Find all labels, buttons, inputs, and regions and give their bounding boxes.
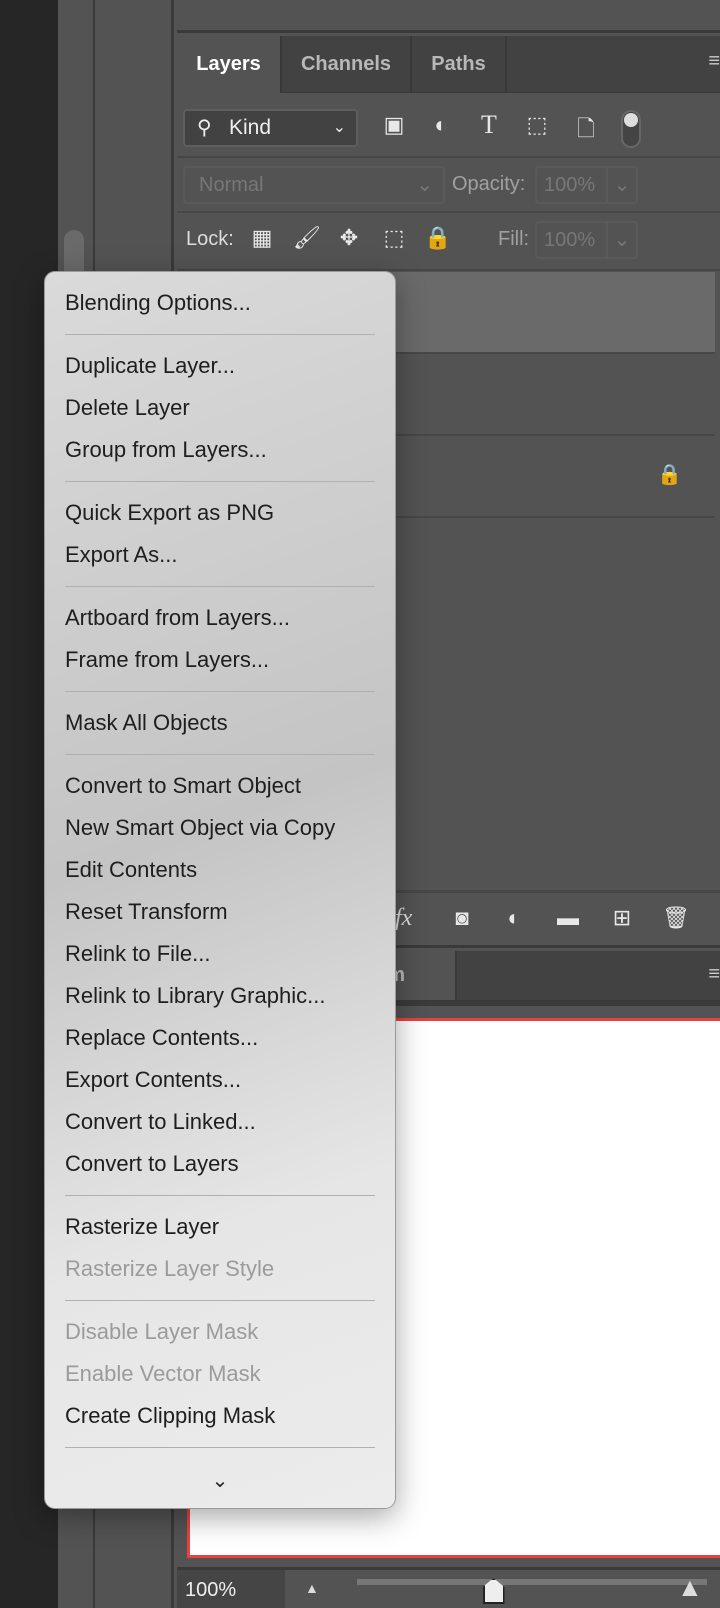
top-panel [177, 0, 720, 33]
menu-item-new-smart-object-via-copy[interactable]: New Smart Object via Copy [45, 807, 395, 849]
panel-menu-icon[interactable]: ≡ [708, 963, 720, 986]
smart-object-filter-icon[interactable]: 🗋 [571, 112, 601, 150]
navigator-bar: 100% ▲ ▲ [177, 1567, 720, 1608]
menu-separator [65, 334, 375, 335]
blend-mode-select[interactable]: Normal ⌄ [183, 166, 445, 204]
opacity-value: 100% [544, 174, 596, 196]
lock-label: Lock: [186, 228, 234, 250]
menu-separator [65, 691, 375, 692]
menu-item-disable-layer-mask: Disable Layer Mask [65, 1319, 259, 1344]
menu-item-delete-layer[interactable]: Delete Layer [45, 387, 395, 429]
menu-separator [65, 481, 375, 482]
lock-all-icon[interactable]: 🔒 [423, 225, 453, 251]
menu-item-enable-vector-mask: Enable Vector Mask [65, 1361, 261, 1386]
tab-paths[interactable]: Paths [412, 36, 507, 93]
menu-separator [65, 1195, 375, 1196]
opacity-label: Opacity: [452, 173, 526, 195]
menu-item-replace-contents[interactable]: Replace Contents... [45, 1017, 395, 1059]
adjustment-layer-icon[interactable]: ◐ [499, 905, 529, 931]
menu-item-relink-to-file[interactable]: Relink to File... [45, 933, 395, 975]
trash-icon[interactable]: 🗑 [661, 905, 691, 931]
image-filter-icon[interactable]: ▣ [379, 112, 409, 138]
panel-menu-icon[interactable]: ≡ [708, 50, 720, 73]
menu-item-relink-to-library-graphic[interactable]: Relink to Library Graphic... [45, 975, 395, 1017]
menu-item-frame-from-layers[interactable]: Frame from Layers... [45, 639, 395, 681]
shape-filter-icon[interactable]: ⬚ [522, 112, 552, 138]
menu-item-convert-to-layers[interactable]: Convert to Layers [45, 1143, 395, 1185]
add-mask-icon[interactable]: ◙ [447, 905, 477, 931]
lock-artboard-icon[interactable]: ⬚ [379, 225, 409, 251]
type-filter-icon[interactable]: T [474, 110, 504, 140]
menu-item-edit-contents[interactable]: Edit Contents [45, 849, 395, 891]
menu-item-blending-options[interactable]: Blending Options... [45, 282, 395, 324]
lock-icon: 🔒 [657, 464, 682, 486]
fill-label: Fill: [498, 228, 530, 250]
zoom-in-mountain-icon[interactable]: ▲ [677, 1572, 703, 1603]
filter-toggle[interactable] [621, 110, 641, 148]
adjustment-filter-icon[interactable]: ◐ [426, 112, 456, 138]
folder-icon[interactable]: ▬ [553, 905, 583, 931]
zoom-slider[interactable] [357, 1579, 707, 1585]
kind-filter-select[interactable]: ⚲ Kind ⌄ [183, 109, 358, 147]
menu-item-quick-export-as-png[interactable]: Quick Export as PNG [45, 492, 395, 534]
fill-value: 100% [544, 229, 596, 251]
menu-item-convert-to-linked[interactable]: Convert to Linked... [45, 1101, 395, 1143]
opacity-field[interactable]: 100% ⌄ [535, 166, 638, 204]
lock-position-move-icon[interactable]: ✥ [334, 225, 364, 251]
menu-item-group-from-layers[interactable]: Group from Layers... [45, 429, 395, 471]
menu-item-reset-transform[interactable]: Reset Transform [45, 891, 395, 933]
menu-item-create-clipping-mask[interactable]: Create Clipping Mask [45, 1395, 395, 1437]
kind-label: Kind [229, 116, 272, 139]
chevron-down-icon: ⌄ [332, 119, 346, 136]
menu-item-rasterize-layer-style: Rasterize Layer Style [65, 1256, 275, 1281]
lock-transparency-icon[interactable]: ▦ [247, 225, 277, 251]
menu-item-export-contents[interactable]: Export Contents... [45, 1059, 395, 1101]
menu-separator [65, 1447, 375, 1448]
layers-panel-tabs: Layers Channels Paths ≡ [177, 36, 720, 93]
new-layer-icon[interactable]: ⊞ [607, 905, 637, 931]
menu-separator [65, 586, 375, 587]
fx-icon[interactable]: fx [395, 905, 412, 932]
menu-item-export-as[interactable]: Export As... [45, 534, 395, 576]
menu-separator [65, 754, 375, 755]
layer-context-menu: Blending Options... Duplicate Layer... Del… [44, 271, 396, 1509]
chevron-down-icon[interactable]: ⌄ [606, 168, 636, 202]
menu-separator [65, 1300, 375, 1301]
menu-item-mask-all-objects[interactable]: Mask All Objects [45, 702, 395, 744]
menu-item-rasterize-layer[interactable]: Rasterize Layer [45, 1206, 395, 1248]
blend-mode-value: Normal [199, 174, 264, 196]
menu-scroll-down-chevron-icon[interactable]: ⌄ [45, 1458, 395, 1504]
fill-field[interactable]: 100% ⌄ [535, 221, 638, 259]
zoom-out-mountain-icon[interactable]: ▲ [305, 1580, 319, 1596]
tab-layers[interactable]: Layers [177, 36, 282, 93]
chevron-down-icon[interactable]: ⌄ [606, 223, 636, 257]
menu-item-convert-to-smart-object[interactable]: Convert to Smart Object [45, 765, 395, 807]
search-icon: ⚲ [197, 117, 212, 139]
menu-item-artboard-from-layers[interactable]: Artboard from Layers... [45, 597, 395, 639]
tab-channels[interactable]: Channels [282, 36, 412, 93]
menu-item-duplicate-layer[interactable]: Duplicate Layer... [45, 345, 395, 387]
zoom-level[interactable]: 100% [177, 1570, 285, 1608]
lock-paint-brush-icon[interactable]: 🖌 [292, 225, 322, 251]
chevron-down-icon: ⌄ [416, 174, 433, 196]
